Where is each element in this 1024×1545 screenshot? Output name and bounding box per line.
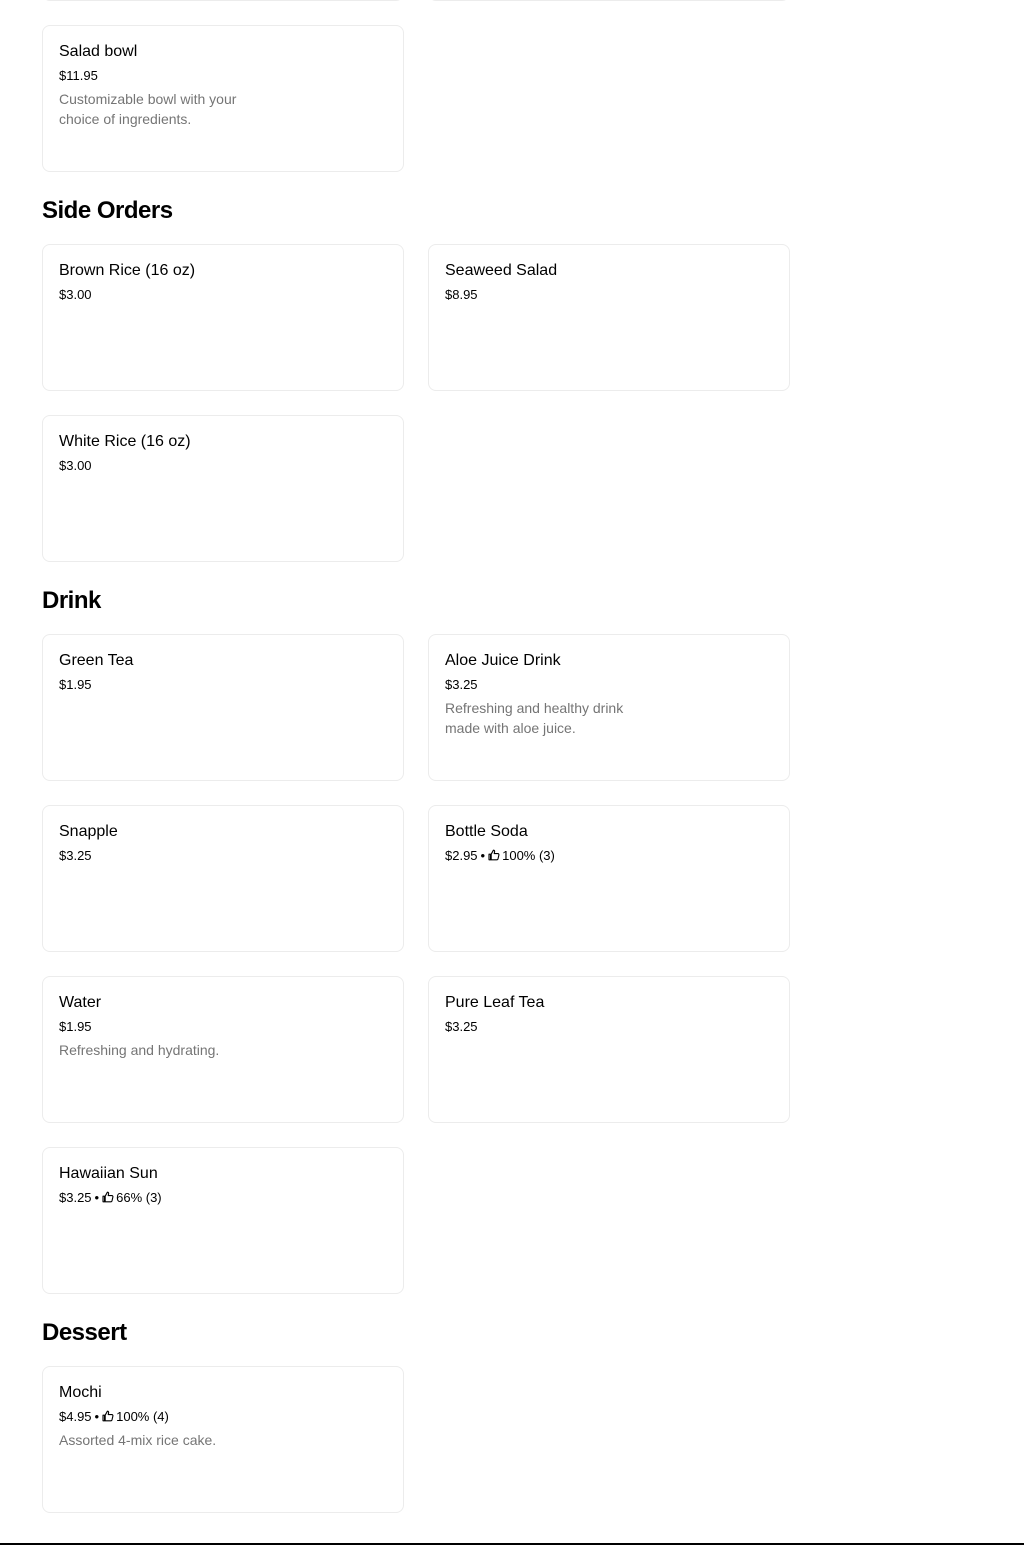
menu-page: Salad bowl $11.95 Customizable bowl with…	[0, 0, 1024, 1545]
item-meta: $11.95	[59, 67, 387, 85]
item-meta: $4.95 • 100% (4)	[59, 1408, 387, 1426]
item-price: $1.95	[59, 1019, 92, 1034]
item-meta: $2.95 • 100% (3)	[445, 847, 773, 865]
item-meta: $8.95	[445, 286, 773, 304]
item-meta: $3.00	[59, 286, 387, 304]
item-name: Snapple	[59, 823, 118, 840]
item-price: $8.95	[445, 287, 478, 302]
item-name: Mochi	[59, 1384, 102, 1401]
menu-item-card-partial[interactable]	[42, 0, 404, 1]
item-rating: 100% (3)	[502, 848, 555, 863]
menu-item-card-hawaiian-sun[interactable]: Hawaiian Sun $3.25 • 66% (3)	[42, 1147, 404, 1294]
meta-separator: •	[94, 1409, 100, 1424]
menu-item-card-brown-rice[interactable]: Brown Rice (16 oz) $3.00	[42, 244, 404, 391]
item-name: Salad bowl	[59, 43, 138, 60]
thumbs-up-icon	[102, 1191, 114, 1203]
item-price: $11.95	[59, 68, 98, 83]
item-name: Seaweed Salad	[445, 262, 558, 279]
item-meta: $3.25	[59, 847, 387, 865]
item-rating: 66% (3)	[116, 1190, 162, 1205]
item-price: $2.95	[445, 848, 478, 863]
meta-separator: •	[480, 848, 486, 863]
item-meta: $3.25	[445, 1018, 773, 1036]
item-price: $3.25	[445, 1019, 478, 1034]
menu-item-card-water[interactable]: Water $1.95 Refreshing and hydrating.	[42, 976, 404, 1123]
item-description: Customizable bowl with your choice of in…	[59, 91, 237, 127]
thumbs-up-icon	[488, 849, 500, 861]
menu-item-card-pure-leaf-tea[interactable]: Pure Leaf Tea $3.25	[428, 976, 790, 1123]
item-rating: 100% (4)	[116, 1409, 169, 1424]
item-name: Brown Rice (16 oz)	[59, 262, 196, 279]
section-title-side-orders: Side Orders	[42, 197, 173, 224]
item-description: Refreshing and hydrating.	[59, 1042, 220, 1058]
item-price: $3.25	[445, 677, 478, 692]
item-meta: $3.25	[445, 676, 773, 694]
section-title-drink: Drink	[42, 587, 101, 614]
item-price: $3.00	[59, 458, 92, 473]
item-description: Refreshing and healthy drink made with a…	[445, 700, 624, 736]
item-price: $3.25	[59, 848, 92, 863]
item-name: Pure Leaf Tea	[445, 994, 545, 1011]
item-meta: $3.00	[59, 457, 387, 475]
thumbs-up-icon	[102, 1410, 114, 1422]
item-price: $3.00	[59, 287, 92, 302]
menu-item-card-mochi[interactable]: Mochi $4.95 • 100% (4) Assorted 4-mix rice…	[42, 1366, 404, 1513]
menu-item-card-seaweed-salad[interactable]: Seaweed Salad $8.95	[428, 244, 790, 391]
item-meta: $1.95	[59, 676, 387, 694]
item-description: Assorted 4-mix rice cake.	[59, 1432, 217, 1448]
menu-item-card-white-rice[interactable]: White Rice (16 oz) $3.00	[42, 415, 404, 562]
meta-separator: •	[94, 1190, 100, 1205]
item-meta: $1.95	[59, 1018, 387, 1036]
menu-item-card-partial[interactable]	[428, 0, 790, 1]
item-name: White Rice (16 oz)	[59, 433, 191, 450]
section-title-dessert: Dessert	[42, 1319, 127, 1346]
item-name: Water	[59, 994, 102, 1011]
item-price: $4.95	[59, 1409, 92, 1424]
menu-item-card-snapple[interactable]: Snapple $3.25	[42, 805, 404, 952]
item-name: Bottle Soda	[445, 823, 528, 840]
menu-item-card-bottle-soda[interactable]: Bottle Soda $2.95 • 100% (3)	[428, 805, 790, 952]
item-meta: $3.25 • 66% (3)	[59, 1189, 387, 1207]
item-name: Green Tea	[59, 652, 134, 669]
item-price: $3.25	[59, 1190, 92, 1205]
menu-item-card-green-tea[interactable]: Green Tea $1.95	[42, 634, 404, 781]
menu-item-card-salad-bowl[interactable]: Salad bowl $11.95 Customizable bowl with…	[42, 25, 404, 172]
menu-item-card-aloe-juice-drink[interactable]: Aloe Juice Drink $3.25 Refreshing and he…	[428, 634, 790, 781]
item-name: Hawaiian Sun	[59, 1165, 158, 1182]
item-price: $1.95	[59, 677, 92, 692]
item-name: Aloe Juice Drink	[445, 652, 561, 669]
